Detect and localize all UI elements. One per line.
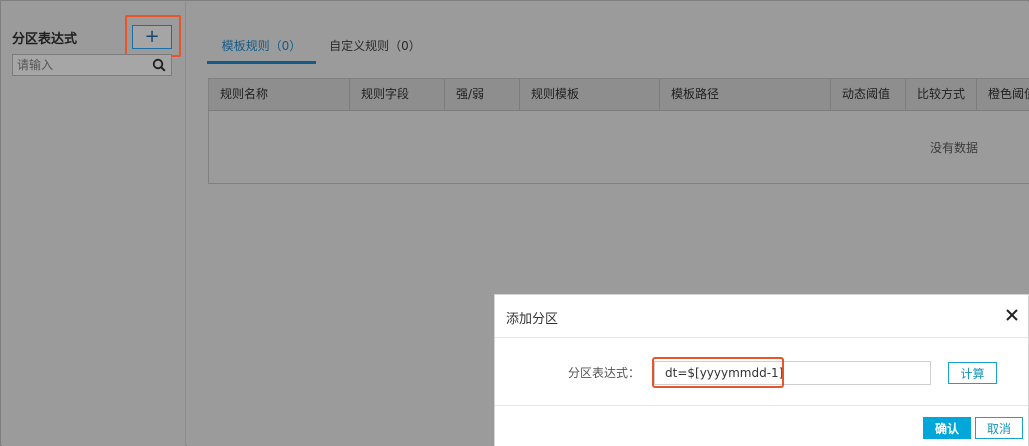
- calculate-button[interactable]: 计算: [948, 362, 997, 384]
- rule-tabs: 模板规则（0） 自定义规则（0）: [207, 32, 1029, 64]
- sidebar-title: 分区表达式: [12, 32, 78, 47]
- expression-highlight: [652, 357, 784, 388]
- search-box: [12, 54, 172, 76]
- add-partition-dialog: 添加分区 分区表达式： 计算 确认 取消: [494, 294, 1029, 446]
- column-header-rule-template: 规则模板: [520, 79, 660, 110]
- tab-template-rules[interactable]: 模板规则（0）: [207, 32, 316, 64]
- column-header-rule-field: 规则字段: [350, 79, 445, 110]
- close-icon[interactable]: [1004, 307, 1020, 323]
- cancel-button[interactable]: 取消: [975, 417, 1023, 439]
- dialog-title: 添加分区: [506, 312, 559, 327]
- column-header-strength: 强/弱: [445, 79, 520, 110]
- partition-expression-label: 分区表达式：: [568, 366, 641, 380]
- table-header: 规则名称 规则字段 强/弱 规则模板 模板路径 动态阈值 比较方式 橙色阈值: [209, 79, 1029, 111]
- add-button-highlight: [125, 15, 181, 57]
- search-icon[interactable]: [152, 58, 166, 72]
- column-header-dynamic-threshold: 动态阈值: [831, 79, 906, 110]
- app-window: 分区表达式 + 模板规则（0） 自定义规则（0） 规则名称 规则字段 强/弱 规…: [0, 0, 1029, 446]
- column-header-compare-method: 比较方式: [906, 79, 977, 110]
- partition-sidebar: 分区表达式 +: [2, 2, 186, 446]
- rules-table: 规则名称 规则字段 强/弱 规则模板 模板路径 动态阈值 比较方式 橙色阈值 没…: [208, 78, 1029, 184]
- search-input[interactable]: [13, 55, 149, 75]
- column-header-template-path: 模板路径: [660, 79, 831, 110]
- dialog-header: 添加分区: [495, 295, 1028, 338]
- confirm-button[interactable]: 确认: [923, 417, 971, 439]
- empty-state-text: 没有数据: [930, 141, 979, 155]
- column-header-rule-name: 规则名称: [209, 79, 350, 110]
- column-header-orange-threshold: 橙色阈值: [988, 87, 1029, 101]
- tab-custom-rules[interactable]: 自定义规则（0）: [325, 32, 425, 64]
- dialog-footer: 确认 取消: [495, 405, 1028, 446]
